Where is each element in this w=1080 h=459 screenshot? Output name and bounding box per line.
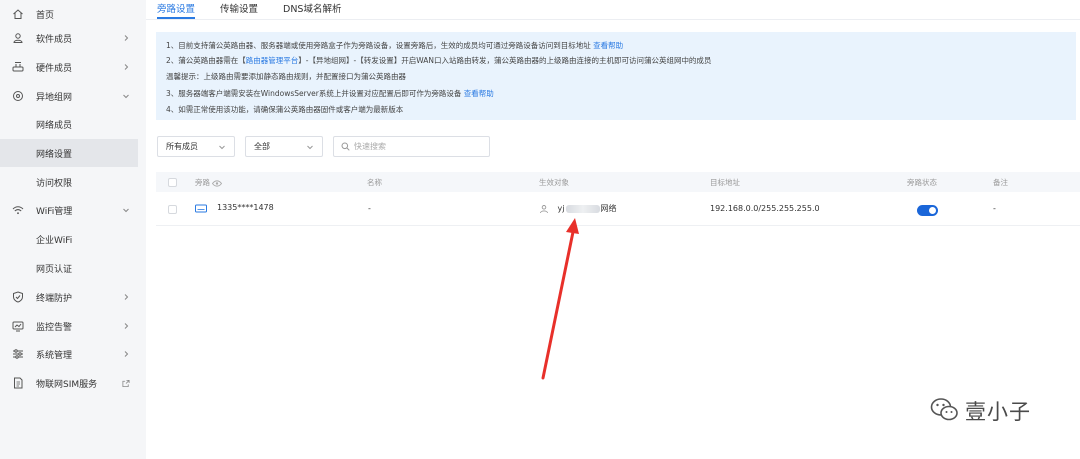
info-tip: 温馨提示：上级路由需要添加静态路由规则，并配置接口为蒲公英路由器 bbox=[166, 72, 406, 81]
sidebar-item-label: 硬件成员 bbox=[36, 63, 73, 74]
wechat-icon bbox=[930, 397, 960, 426]
bypass-device: 1335****1478 bbox=[217, 203, 274, 212]
sidebar-item-endpoint-protection[interactable]: 终端防护 bbox=[0, 283, 146, 311]
sidebar-item-label: 监控告警 bbox=[36, 322, 73, 333]
home-icon bbox=[12, 8, 24, 20]
eye-icon[interactable] bbox=[212, 178, 223, 187]
sidebar-item-label: 访问权限 bbox=[36, 178, 73, 189]
help-link[interactable]: 查看帮助 bbox=[593, 41, 623, 50]
main-panel: 旁路设置 传输设置 DNS域名解析 1、目前支持蒲公英路由器、服务器端或使用旁路… bbox=[146, 0, 1080, 459]
info-line-1: 1、目前支持蒲公英路由器、服务器端或使用旁路盒子作为旁路设备，设置旁路后，生效的… bbox=[166, 41, 624, 50]
sidebar-item-network-members[interactable]: 网络成员 bbox=[0, 110, 146, 138]
info-line-2: 2、蒲公英路由器需在【路由器管理平台】-【异地组网】-【转发设置】开启WAN口入… bbox=[166, 56, 712, 65]
chevron-right-icon bbox=[122, 350, 130, 358]
sidebar-item-remote-network[interactable]: 异地组网 bbox=[0, 82, 146, 110]
sidebar-item-monitoring[interactable]: 监控告警 bbox=[0, 312, 146, 340]
table-header: 旁路 名称 生效对象 目标地址 旁路状态 备注 bbox=[156, 172, 1080, 192]
router-platform-link[interactable]: 路由器管理平台 bbox=[246, 56, 299, 65]
user-icon bbox=[12, 32, 24, 44]
wifi-icon bbox=[12, 204, 24, 216]
tab-bar: 旁路设置 传输设置 DNS域名解析 bbox=[146, 0, 1080, 20]
sidebar-item-software-members[interactable]: 软件成员 bbox=[0, 24, 146, 52]
monitor-icon bbox=[12, 320, 24, 332]
chevron-right-icon bbox=[122, 322, 130, 330]
column-header-name: 名称 bbox=[367, 178, 382, 187]
target-address: 192.168.0.0/255.255.255.0 bbox=[710, 204, 820, 213]
column-header-target: 生效对象 bbox=[539, 178, 569, 187]
chevron-right-icon bbox=[122, 34, 130, 42]
search-icon bbox=[341, 142, 350, 153]
shield-icon bbox=[12, 291, 24, 303]
sidebar: 首页 软件成员 硬件成员 异地组网 网络成员 网络设置 访问权限 WiFi管理 bbox=[0, 0, 146, 459]
device-icon bbox=[195, 204, 207, 215]
chevron-right-icon bbox=[122, 63, 130, 71]
sidebar-item-label: 企业WiFi bbox=[36, 235, 73, 246]
sidebar-item-label: 物联网SIM服务 bbox=[36, 379, 98, 390]
tab-dns-resolution[interactable]: DNS域名解析 bbox=[283, 1, 341, 15]
tab-bypass-settings[interactable]: 旁路设置 bbox=[157, 1, 195, 15]
sidebar-item-label: 异地组网 bbox=[36, 92, 73, 103]
sidebar-item-hardware-members[interactable]: 硬件成员 bbox=[0, 53, 146, 81]
info-line-3: 3、服务器端客户端需安装在WindowsServer系统上并设置对应配置后即可作… bbox=[166, 89, 494, 98]
sidebar-item-iot-sim[interactable]: 物联网SIM服务 bbox=[0, 369, 146, 397]
sidebar-item-label: 首页 bbox=[36, 10, 55, 21]
chevron-down-icon bbox=[218, 143, 226, 151]
column-header-bypass: 旁路 bbox=[195, 177, 223, 188]
sidebar-item-label: 软件成员 bbox=[36, 34, 73, 45]
column-header-address: 目标地址 bbox=[710, 178, 740, 187]
sidebar-item-wifi[interactable]: WiFi管理 bbox=[0, 196, 146, 224]
chevron-down-icon bbox=[306, 143, 314, 151]
bypass-state-toggle[interactable] bbox=[917, 205, 938, 216]
user-icon bbox=[539, 204, 549, 213]
help-link[interactable]: 查看帮助 bbox=[464, 89, 494, 98]
network-icon bbox=[12, 90, 24, 102]
sidebar-item-label: 网络设置 bbox=[36, 149, 73, 160]
row-checkbox[interactable] bbox=[168, 205, 177, 214]
row-name: - bbox=[368, 204, 371, 213]
table-row[interactable]: 1335****1478 - yj 网络 192.168.0.0/255.255.… bbox=[156, 192, 1080, 226]
sidebar-item-enterprise-wifi[interactable]: 企业WiFi bbox=[0, 225, 146, 253]
active-tab-indicator bbox=[157, 17, 195, 19]
info-line-4: 4、如需正常使用该功能，请确保蒲公英路由器固件或客户端为最新版本 bbox=[166, 105, 404, 114]
router-icon bbox=[12, 61, 24, 73]
row-note: - bbox=[993, 204, 996, 213]
watermark: 壹小子 bbox=[930, 396, 1031, 426]
column-header-state: 旁路状态 bbox=[907, 178, 937, 187]
sidebar-item-web-auth[interactable]: 网页认证 bbox=[0, 254, 146, 282]
watermark-text: 壹小子 bbox=[965, 400, 1031, 424]
settings-icon bbox=[12, 348, 24, 360]
sidebar-item-label: 网页认证 bbox=[36, 264, 73, 275]
sidebar-item-system-management[interactable]: 系统管理 bbox=[0, 340, 146, 368]
sidebar-item-network-settings[interactable]: 网络设置 bbox=[0, 139, 138, 167]
sidebar-item-label: 终端防护 bbox=[36, 293, 73, 304]
sidebar-item-access-permissions[interactable]: 访问权限 bbox=[0, 168, 146, 196]
member-filter-select[interactable]: 所有成员 bbox=[157, 136, 235, 157]
search-input[interactable]: 快速搜索 bbox=[333, 136, 490, 157]
column-header-note: 备注 bbox=[993, 178, 1008, 187]
chevron-down-icon bbox=[122, 92, 130, 100]
sim-icon bbox=[12, 377, 24, 389]
chevron-down-icon bbox=[122, 206, 130, 214]
chevron-right-icon bbox=[122, 293, 130, 301]
sidebar-item-label: WiFi管理 bbox=[36, 206, 73, 217]
toggle-knob bbox=[929, 207, 936, 214]
tab-transfer-settings[interactable]: 传输设置 bbox=[220, 1, 258, 15]
sidebar-item-label: 网络成员 bbox=[36, 120, 73, 131]
select-all-checkbox[interactable] bbox=[168, 178, 177, 187]
redacted-text bbox=[565, 204, 600, 213]
target-object: yj 网络 bbox=[539, 203, 617, 214]
status-filter-select[interactable]: 全部 bbox=[245, 136, 323, 157]
sidebar-item-label: 系统管理 bbox=[36, 350, 73, 361]
info-panel: 1、目前支持蒲公英路由器、服务器端或使用旁路盒子作为旁路设备，设置旁路后，生效的… bbox=[156, 32, 1076, 120]
external-link-icon bbox=[122, 379, 130, 387]
